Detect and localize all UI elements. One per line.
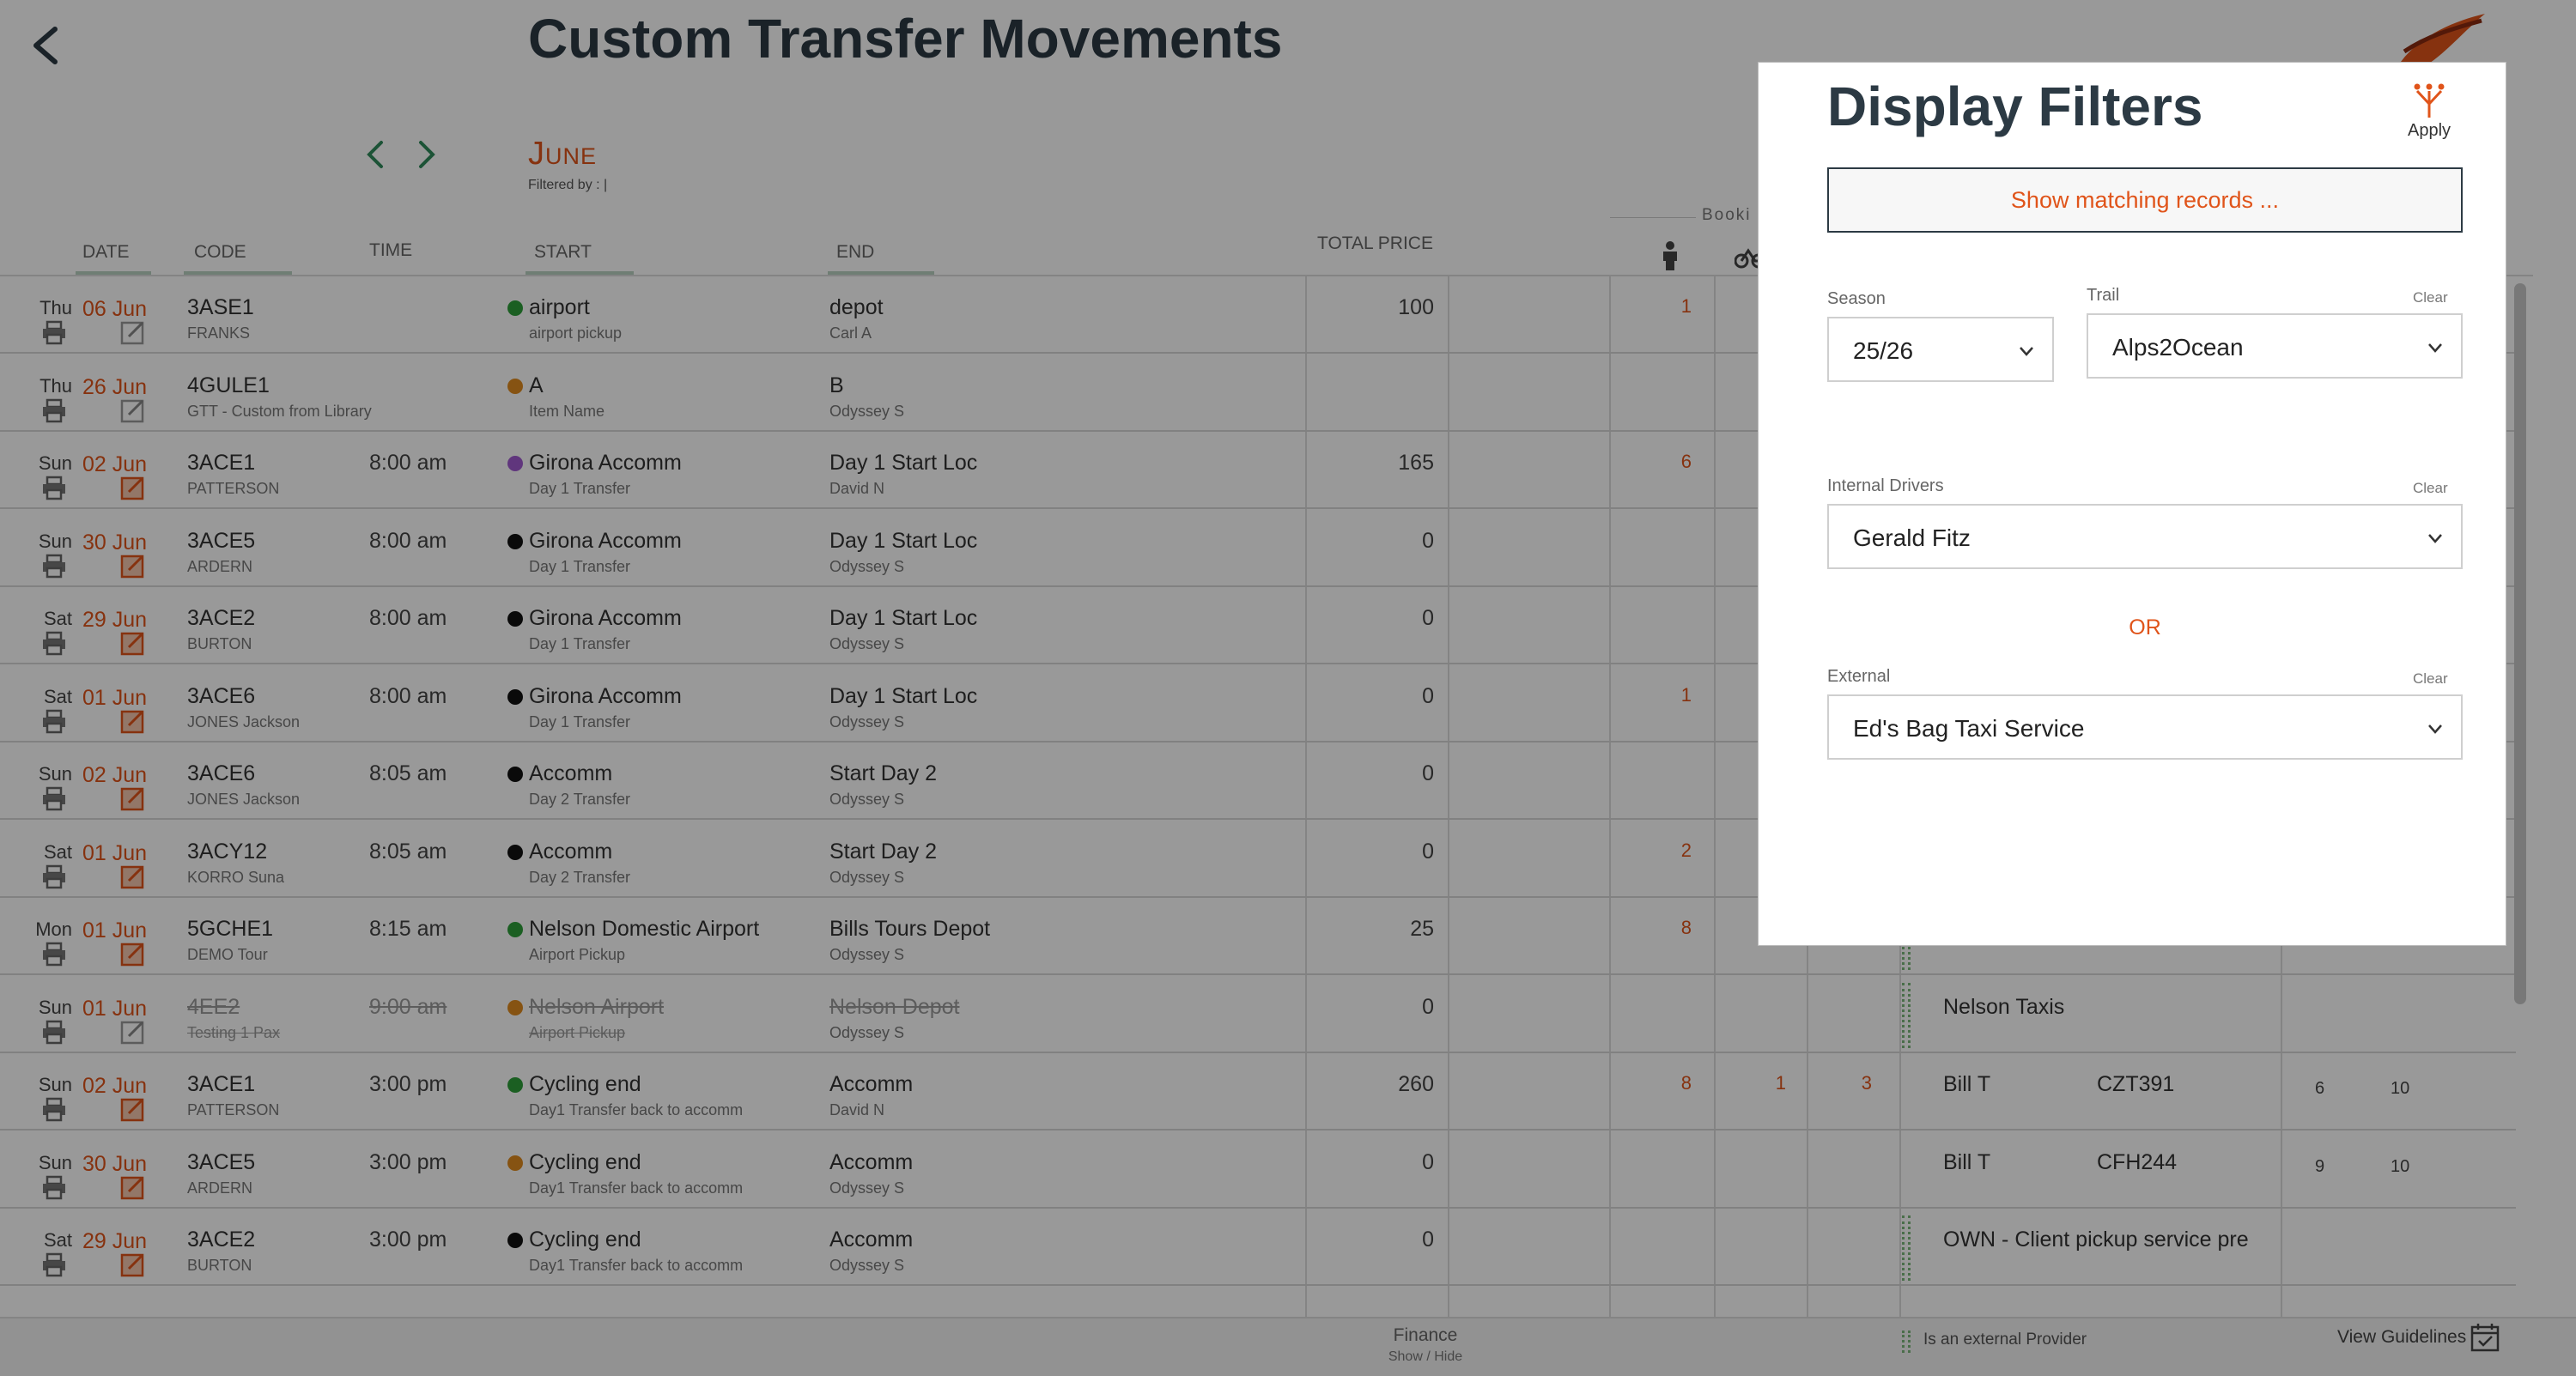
trail-value: Alps2Ocean <box>2112 334 2244 361</box>
internal-drivers-clear-link[interactable]: Clear <box>2413 480 2448 497</box>
internal-drivers-value: Gerald Fitz <box>1853 524 1971 551</box>
apply-filter-icon <box>2414 83 2445 118</box>
trail-clear-link[interactable]: Clear <box>2413 289 2448 306</box>
chevron-down-icon <box>2428 343 2442 353</box>
season-value: 25/26 <box>1853 337 1914 364</box>
show-matching-records-button[interactable]: Show matching records ... <box>1827 167 2463 233</box>
or-separator: OR <box>2129 615 2161 640</box>
chevron-down-icon <box>2020 347 2033 356</box>
season-label: Season <box>1827 289 1886 308</box>
season-select[interactable]: 25/26 <box>1827 317 2054 382</box>
external-label: External <box>1827 667 1891 686</box>
display-filters-dialog: Display Filters Apply Show matching reco… <box>1758 62 2506 946</box>
internal-drivers-label: Internal Drivers <box>1827 476 1944 495</box>
internal-drivers-select[interactable]: Gerald Fitz <box>1827 504 2463 569</box>
apply-button[interactable]: Apply <box>2394 82 2464 145</box>
apply-label: Apply <box>2407 121 2451 140</box>
chevron-down-icon <box>2428 534 2442 543</box>
trail-label: Trail <box>2087 286 2120 305</box>
external-provider-value: Ed's Bag Taxi Service <box>1853 715 2085 742</box>
dialog-title: Display Filters <box>1827 76 2203 137</box>
external-clear-link[interactable]: Clear <box>2413 670 2448 688</box>
chevron-down-icon <box>2428 724 2442 734</box>
external-provider-select[interactable]: Ed's Bag Taxi Service <box>1827 694 2463 760</box>
trail-select[interactable]: Alps2Ocean <box>2087 313 2463 379</box>
